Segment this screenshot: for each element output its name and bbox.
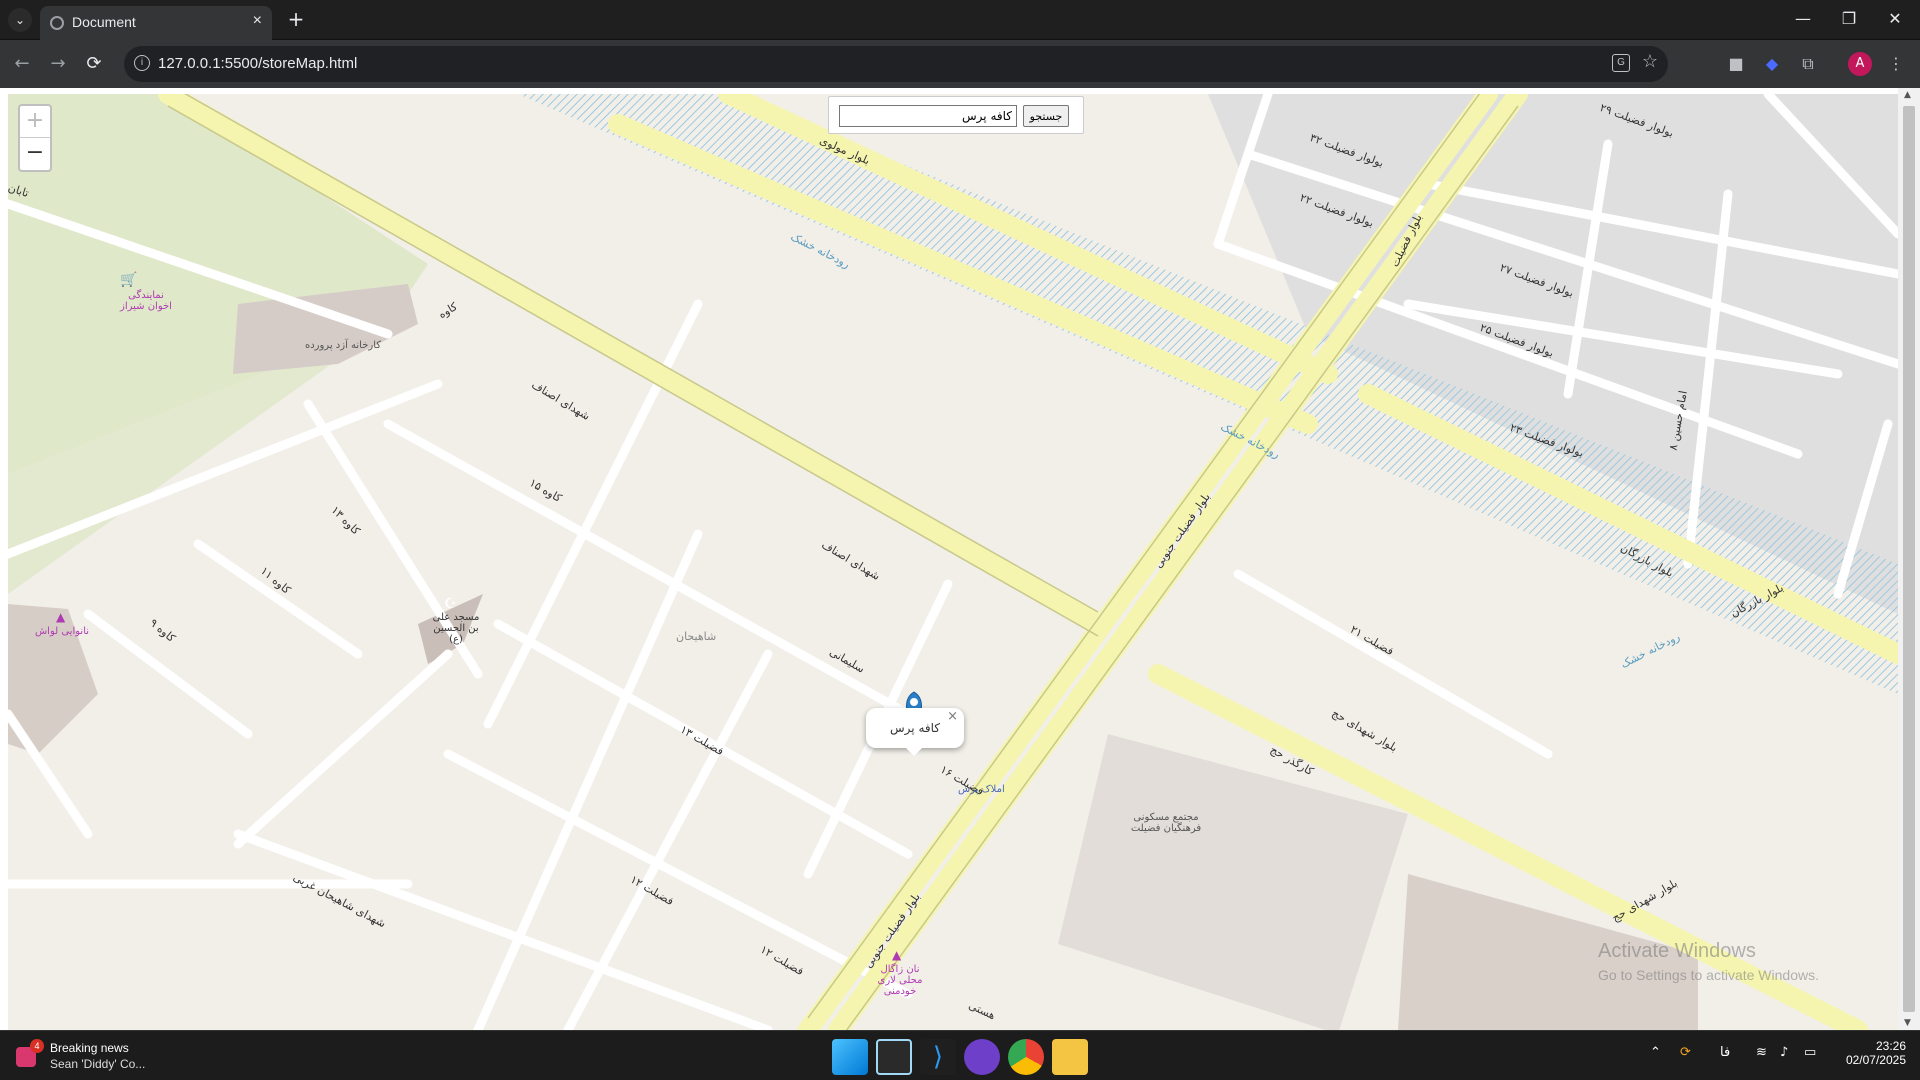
new-tab-button[interactable]: + — [284, 8, 308, 32]
windows-taskbar: 4 Breaking news Sean 'Diddy' Co... ⟩ ⌃ ⟳… — [0, 1030, 1920, 1080]
bookmark-star-icon[interactable]: ☆ — [1642, 51, 1658, 72]
news-badge: 4 — [30, 1039, 44, 1053]
popup-close-icon[interactable]: × — [947, 710, 958, 724]
clock-date: 02/07/2025 — [1845, 1053, 1906, 1067]
tray-overflow-icon[interactable]: ⌃ — [1650, 1045, 1661, 1060]
bakery-icon: ▲ — [892, 948, 902, 962]
search-button[interactable]: جستجو — [1023, 105, 1069, 127]
poi-mosque: مسجد علی بن الحسین (ع) — [432, 612, 480, 645]
shield-extension-icon[interactable]: ◆ — [1760, 52, 1784, 76]
extensions-puzzle-icon[interactable]: ⧉ — [1796, 52, 1820, 76]
snipping-tool-icon[interactable] — [876, 1039, 912, 1075]
update-icon[interactable]: ⟳ — [1680, 1045, 1691, 1060]
watermark-title: Activate Windows — [1598, 940, 1756, 962]
language-indicator[interactable]: فا — [1720, 1045, 1730, 1060]
zoom-control: + − — [18, 104, 52, 172]
poi-bakery-2: نان زاگال محلی لاری خودمنی — [877, 964, 923, 997]
site-info-icon[interactable]: i — [134, 55, 150, 71]
volume-icon[interactable]: ♪ — [1780, 1045, 1788, 1060]
poi-factory: کارخانه آزد پرورده — [304, 340, 382, 351]
tab-title: Document — [72, 14, 136, 30]
news-widget[interactable]: 4 Breaking news Sean 'Diddy' Co... — [16, 1039, 176, 1075]
system-clock[interactable]: 23:26 02/07/2025 — [1836, 1039, 1906, 1067]
github-desktop-icon[interactable] — [964, 1039, 1000, 1075]
poi-representative: نمایندگی اخوان شیراز — [120, 290, 172, 312]
globe-icon — [50, 16, 64, 30]
poi-complex: مجتمع مسکونی فرهنگیان فضیلت — [1130, 812, 1202, 834]
file-explorer-icon[interactable] — [1052, 1039, 1088, 1075]
browser-toolbar: ← → ⟳ i 127.0.0.1:5500/storeMap.html G ☆… — [0, 40, 1920, 88]
more-menu-icon[interactable]: ⋮ — [1884, 52, 1908, 76]
map-canvas[interactable]: شهدای اصناف شهدای اصناف تابان کاوه بلوار… — [8, 94, 1898, 1030]
marker-popup: کافه پرس × — [866, 708, 964, 756]
chrome-icon[interactable] — [1008, 1039, 1044, 1075]
map-layer — [8, 94, 1898, 1030]
translate-icon[interactable]: G — [1612, 54, 1630, 72]
reload-button[interactable]: ⟳ — [82, 52, 106, 76]
wifi-icon[interactable]: ≋ — [1756, 1045, 1767, 1060]
tab-search-menu-button[interactable]: ⌄ — [8, 8, 32, 32]
scrollbar-thumb[interactable] — [1903, 106, 1915, 1012]
clock-time: 23:26 — [1875, 1039, 1906, 1053]
close-window-button[interactable]: ✕ — [1872, 8, 1918, 32]
forward-button[interactable]: → — [46, 52, 70, 76]
tab-document[interactable]: Document × — [40, 6, 272, 40]
bakery-icon: ▲ — [56, 610, 66, 624]
start-windows-icon[interactable] — [832, 1039, 868, 1075]
extension-icon[interactable]: ■ — [1724, 52, 1748, 76]
shopping-cart-icon: 🛒 — [120, 272, 138, 288]
poi-bakery: نانوایی لواش — [34, 626, 90, 637]
zoom-in-button[interactable]: + — [20, 106, 50, 138]
address-bar[interactable]: i 127.0.0.1:5500/storeMap.html G ☆ — [124, 46, 1668, 82]
battery-icon[interactable]: ▭ — [1804, 1045, 1816, 1060]
poi-amlak: املاک پرس — [958, 784, 1005, 795]
store-search-input[interactable] — [839, 105, 1017, 127]
page-viewport: شهدای اصناف شهدای اصناف تابان کاوه بلوار… — [0, 88, 1920, 1030]
popup-text: کافه پرس — [890, 721, 940, 735]
watermark-subtitle: Go to Settings to activate Windows. — [1598, 967, 1819, 983]
restore-button[interactable]: ❐ — [1826, 8, 1872, 32]
browser-tabbar: ⌄ Document × + — ❐ ✕ — [0, 0, 1920, 40]
area-label: شاهیحان — [676, 630, 717, 643]
activate-windows-watermark: Activate Windows Go to Settings to activ… — [1598, 940, 1819, 983]
store-search-panel: جستجو — [828, 96, 1084, 134]
news-subtitle: Sean 'Diddy' Co... — [50, 1057, 146, 1071]
zoom-out-button[interactable]: − — [20, 138, 50, 170]
url-text[interactable]: 127.0.0.1:5500/storeMap.html — [158, 55, 357, 72]
scroll-down-arrow-icon[interactable]: ▼ — [1904, 1018, 1911, 1028]
profile-avatar[interactable]: A — [1848, 52, 1872, 76]
minimize-button[interactable]: — — [1780, 8, 1826, 32]
vscode-icon[interactable]: ⟩ — [920, 1039, 956, 1075]
news-title: Breaking news — [50, 1041, 129, 1055]
scroll-up-arrow-icon[interactable]: ▲ — [1904, 90, 1911, 100]
tab-close-icon[interactable]: × — [253, 12, 262, 30]
back-button[interactable]: ← — [10, 52, 34, 76]
mosque-icon: ☪ — [444, 596, 457, 612]
page-scrollbar[interactable]: ▲ ▼ — [1898, 88, 1920, 1030]
